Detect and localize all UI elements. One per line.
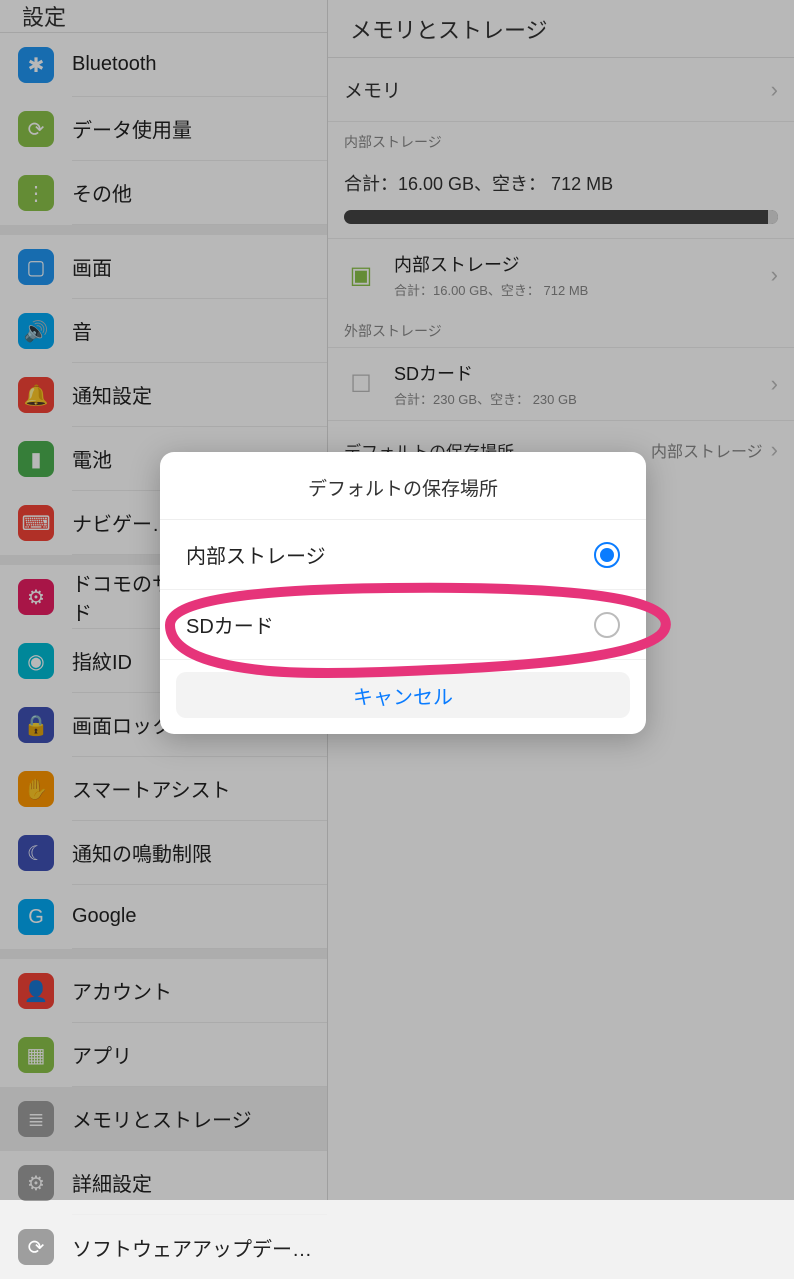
dialog-title: デフォルトの保存場所 — [160, 452, 646, 520]
dialog-option-internal[interactable]: 内部ストレージ — [160, 520, 646, 590]
cancel-button-label: キャンセル — [353, 681, 453, 710]
default-storage-dialog: デフォルトの保存場所 内部ストレージ SDカード キャンセル — [160, 452, 646, 734]
sidebar-item-software-update[interactable]: ⟳ ソフトウェアアップデー… — [0, 1215, 327, 1279]
cancel-button[interactable]: キャンセル — [176, 672, 630, 718]
dialog-option-label: SDカード — [186, 610, 274, 639]
radio-button-icon — [594, 542, 620, 568]
dialog-option-label: 内部ストレージ — [186, 540, 326, 569]
update-icon: ⟳ — [18, 1229, 54, 1265]
dialog-option-sd[interactable]: SDカード — [160, 590, 646, 660]
sidebar-item-label: ソフトウェアアップデー… — [72, 1215, 327, 1279]
radio-button-icon — [594, 612, 620, 638]
